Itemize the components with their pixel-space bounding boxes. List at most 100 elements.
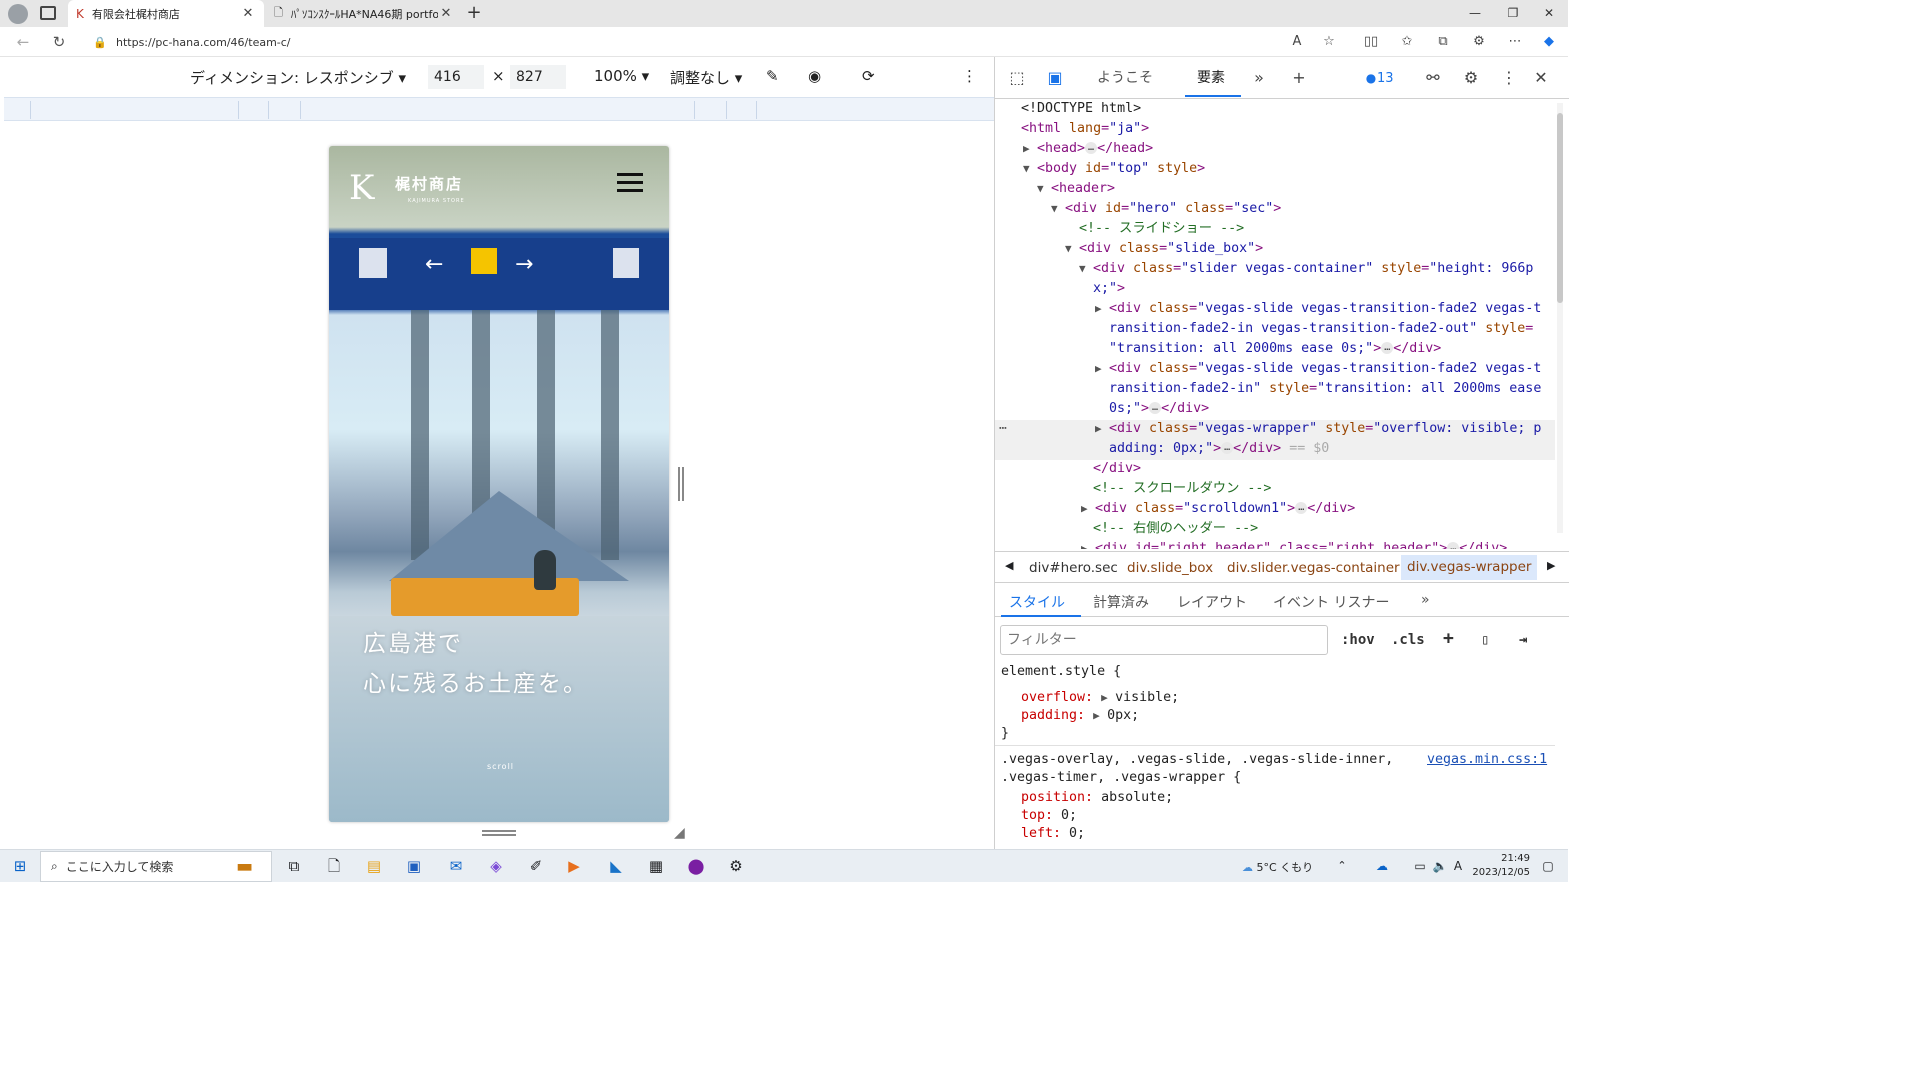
app-purple-icon[interactable]: ⬤ — [684, 855, 708, 877]
tab-actions-icon[interactable] — [40, 6, 56, 20]
read-aloud-icon[interactable]: A — [1286, 32, 1308, 52]
zoom-select[interactable]: 100% ▾ — [594, 67, 649, 85]
breadcrumb-right-icon[interactable]: ▶ — [1547, 559, 1555, 572]
dom-node[interactable]: ▼ <header> — [1037, 179, 1115, 199]
more-tabs-icon[interactable]: » — [1421, 592, 1430, 608]
paint-app-icon[interactable]: ✐ — [524, 855, 548, 877]
restore-button[interactable]: ❐ — [1494, 0, 1532, 27]
tab-event-listeners[interactable]: イベント リスナー — [1273, 592, 1389, 612]
dom-comment[interactable]: <!-- スライドショー --> — [1079, 219, 1244, 239]
tab-layout[interactable]: レイアウト — [1177, 592, 1247, 612]
style-declaration[interactable]: top: 0; — [1021, 807, 1077, 825]
more-tabs-icon[interactable]: » — [1247, 66, 1271, 90]
profile-icon[interactable] — [8, 4, 28, 24]
resize-handle-right[interactable] — [678, 467, 684, 501]
breadcrumb-left-icon[interactable]: ◀ — [1005, 559, 1013, 572]
more-menu-icon[interactable]: ⋯ — [1504, 32, 1526, 52]
store-icon[interactable]: ▣ — [402, 855, 426, 877]
tab-portfolio[interactable]: 🗋 ﾊﾟｿｺﾝｽｸｰﾙHA*NA46期 portfolio& ✕ — [266, 0, 462, 27]
style-declaration[interactable]: position: absolute; — [1021, 789, 1173, 807]
notification-icon[interactable]: ▢ — [1536, 855, 1560, 877]
height-input[interactable] — [510, 65, 566, 89]
dom-node[interactable]: ▶ <head>… </head> — [1023, 139, 1153, 159]
style-rule-selector[interactable]: .vegas-timer, .vegas-wrapper { — [1001, 769, 1241, 787]
dom-node[interactable]: <html lang="ja"> — [1021, 119, 1149, 139]
new-tab-button[interactable]: + — [464, 2, 484, 24]
site-logo-text[interactable]: 梶村商店 — [395, 173, 463, 194]
resize-handle-bottom[interactable] — [482, 830, 516, 836]
paint-icon[interactable]: ▯ — [1481, 632, 1489, 648]
dom-node[interactable]: ▼ <div id="hero" class="sec"> — [1051, 199, 1281, 219]
dom-node-selected[interactable]: ▶ <div class="vegas-wrapper" style="overf… — [1095, 419, 1541, 439]
tab-welcome[interactable]: ようこそ — [1097, 67, 1153, 87]
file-explorer-icon[interactable]: ▤ — [362, 855, 386, 877]
site-logo-icon[interactable]: K — [349, 168, 374, 208]
back-arrow-icon[interactable]: ← — [10, 30, 36, 54]
dom-node[interactable]: ▼ <div class="slider vegas-container" sty… — [1079, 259, 1533, 279]
media-query-ruler[interactable] — [4, 97, 994, 121]
close-icon[interactable]: ✕ — [438, 6, 454, 21]
split-screen-icon[interactable]: ▯▯ — [1360, 32, 1382, 52]
task-view-icon[interactable]: ⧉ — [282, 855, 306, 877]
taskbar-search-input[interactable]: ⌕ ここに入力して検索 ▬ — [40, 851, 272, 882]
url-field[interactable]: 🔒 https://pc-hana.com/46/team-c/ — [84, 29, 1344, 55]
favorite-star-icon[interactable]: ☆ — [1318, 32, 1340, 52]
dom-node[interactable]: ▼ <body id="top" style> — [1023, 159, 1205, 179]
mail-icon[interactable]: ✉ — [444, 855, 468, 877]
scroll-label[interactable]: scroll — [487, 762, 514, 771]
collections-icon[interactable]: ⧉ — [1432, 32, 1454, 52]
dom-node[interactable]: ▼ <div class="slide_box"> — [1065, 239, 1263, 259]
dom-node[interactable]: </div> — [1093, 459, 1141, 479]
breadcrumb-item[interactable]: div.slider.vegas-container — [1227, 560, 1400, 576]
dom-node[interactable]: ▶ <div class="vegas-slide vegas-transitio… — [1095, 299, 1541, 319]
tab-elements[interactable]: 要素 — [1197, 67, 1225, 87]
copilot-app-icon[interactable]: ◈ — [484, 855, 508, 877]
style-declaration[interactable]: padding: ▶ 0px; — [1021, 707, 1139, 725]
style-rule-selector[interactable]: element.style { — [1001, 663, 1121, 681]
tab-styles[interactable]: スタイル — [1009, 592, 1065, 612]
close-icon[interactable]: ✕ — [240, 6, 256, 21]
dom-node[interactable]: <!DOCTYPE html> — [1021, 99, 1141, 119]
width-input[interactable] — [428, 65, 484, 89]
style-source-link[interactable]: vegas.min.css:1 — [1427, 751, 1547, 769]
vision-deficiency-icon[interactable]: ◉ — [808, 67, 821, 85]
clock[interactable]: 21:49 2023/12/05 — [1466, 852, 1530, 880]
copilot-icon[interactable]: ◆ — [1538, 32, 1560, 52]
dom-tree[interactable]: <!DOCTYPE html> <html lang="ja"> ▶ <head>… — [995, 99, 1555, 549]
lock-icon[interactable]: 🔒 — [84, 36, 116, 49]
device-emulation-icon[interactable]: ▣ — [1043, 66, 1067, 90]
weather-widget[interactable]: ☁ 5°C くもり — [1242, 859, 1313, 875]
style-declaration[interactable]: left: 0; — [1021, 825, 1085, 843]
eyedropper-icon[interactable]: ✎ — [766, 67, 779, 85]
extensions-icon[interactable]: ⚙ — [1468, 32, 1490, 52]
hov-button[interactable]: :hov — [1341, 632, 1375, 648]
style-declaration[interactable]: overflow: ▶ visible; — [1021, 689, 1179, 707]
breadcrumb-item[interactable]: div#hero.sec — [1029, 560, 1118, 576]
device-more-icon[interactable]: ⋮ — [962, 67, 977, 85]
dom-node[interactable]: ▶ <div id="right_header" class="right_hea… — [1081, 539, 1507, 549]
settings-app-icon[interactable]: ⚙ — [724, 855, 748, 877]
breadcrumb-item-selected[interactable]: div.vegas-wrapper — [1401, 555, 1538, 580]
dom-node[interactable]: ▶ <div class="scrolldown1">… </div> — [1081, 499, 1355, 519]
devtools-more-icon[interactable]: ⋮ — [1497, 66, 1521, 90]
vscode-icon[interactable]: ◣ — [604, 855, 628, 877]
customize-icon[interactable]: ⚯ — [1421, 66, 1445, 90]
styles-pane[interactable]: element.style { overflow: ▶ visible; padd… — [995, 661, 1555, 849]
inspect-icon[interactable]: ⬚ — [1005, 66, 1029, 90]
windows-start-icon[interactable]: ⊞ — [8, 855, 32, 877]
settings-gear-icon[interactable]: ⚙ — [1459, 66, 1483, 90]
dom-comment[interactable]: <!-- 右側のヘッダー --> — [1093, 519, 1258, 539]
new-rule-icon[interactable]: + — [1443, 628, 1454, 649]
issues-count[interactable]: 13 — [1377, 71, 1394, 86]
dimension-select[interactable]: ディメンション: レスポンシブ ▾ — [190, 67, 406, 88]
rotate-icon[interactable]: ⟳ — [862, 67, 875, 85]
toggle-sidebar-icon[interactable]: ⇥ — [1519, 632, 1527, 648]
close-window-button[interactable]: ✕ — [1530, 0, 1568, 27]
dom-comment[interactable]: <!-- スクロールダウン --> — [1093, 479, 1271, 499]
hamburger-menu-icon[interactable] — [617, 173, 643, 193]
add-tab-icon[interactable]: + — [1287, 66, 1311, 90]
tab-kajimura[interactable]: K 有限会社梶村商店 ✕ — [68, 0, 264, 27]
notepad-icon[interactable]: 🗋 — [322, 855, 346, 877]
refresh-icon[interactable]: ↻ — [46, 30, 72, 54]
minimize-button[interactable]: — — [1456, 0, 1494, 27]
